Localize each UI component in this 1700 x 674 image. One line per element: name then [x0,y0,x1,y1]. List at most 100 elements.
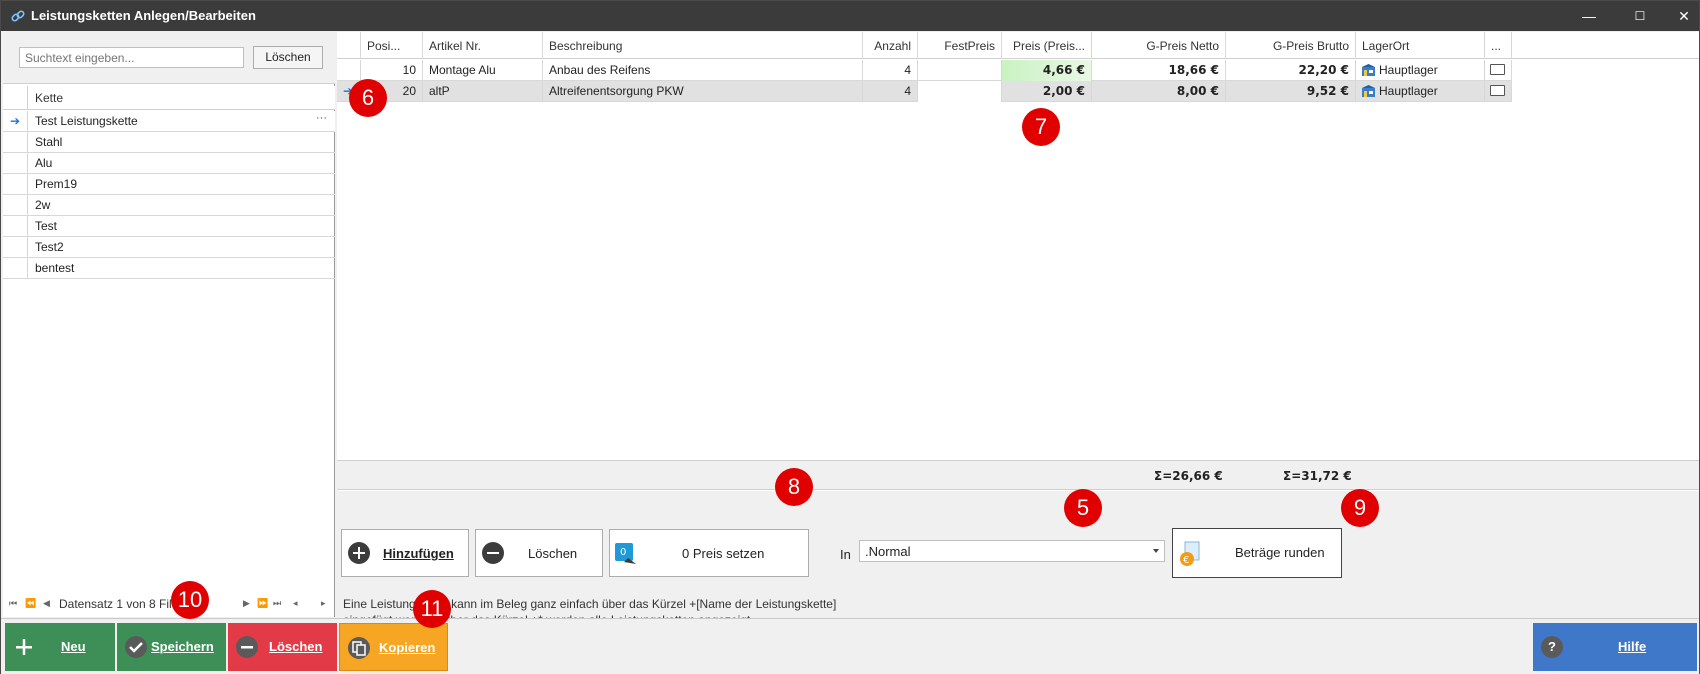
list-item[interactable]: ➔ Test Leistungskette ··· [3,111,335,132]
new-button-label: Neu [61,639,86,654]
annotation-badge-11: 11 [413,590,451,628]
row-indicator [3,258,28,279]
save-button-label: Speichern [151,639,214,654]
cell-preis[interactable]: 4,66 € [1002,60,1092,81]
annotation-badge-5: 5 [1064,489,1102,527]
column-header-artikel[interactable]: Artikel Nr. [423,32,543,59]
column-header-position[interactable]: Posi... [361,32,423,59]
list-item[interactable]: Prem19 [3,174,335,195]
warehouse-icon [1362,64,1375,76]
list-item-label: 2w [35,198,51,212]
scroll-left-icon[interactable]: ◂ [293,598,298,609]
cell-g-preis-brutto: 22,20 € [1226,60,1356,81]
close-button[interactable]: ✕ [1661,1,1700,31]
delete-position-label: Löschen [528,546,578,561]
cell-festpreis[interactable] [918,81,1002,102]
maximize-button[interactable]: ☐ [1617,1,1663,31]
row-indicator [3,132,28,153]
first-record-icon[interactable]: ⏮ [9,598,17,609]
scroll-right-icon[interactable]: ▸ [321,598,326,609]
annotation-badge-6: 6 [349,79,387,117]
sum-brutto: Σ=31,72 € [1283,469,1352,483]
minus-circle-icon [482,542,504,564]
column-header-festpreis[interactable]: FestPreis [918,32,1002,59]
help-button[interactable]: ? Hilfe [1533,623,1697,671]
positions-grid-header: Posi... Artikel Nr. Beschreibung Anzahl … [337,32,1699,59]
prev-record-icon[interactable]: ◀ [43,598,50,609]
table-row[interactable]: ➔ 20 altP Altreifenentsorgung PKW 4 2,00… [337,81,1512,102]
column-header-g-preis-brutto[interactable]: G-Preis Brutto [1226,32,1356,59]
cell-position[interactable]: 10 [361,60,423,81]
row-indicator [3,237,28,258]
annotation-badge-10: 10 [171,581,209,619]
table-row[interactable]: 10 Montage Alu Anbau des Reifens 4 4,66 … [337,60,1512,81]
copy-button-label: Kopieren [379,640,436,655]
row-indicator [337,60,361,81]
list-item[interactable]: 2w [3,195,335,216]
list-item[interactable]: Test2 [3,237,335,258]
plus-circle-icon [348,542,370,564]
question-mark-icon: ? [1541,636,1563,658]
new-button[interactable]: Neu [5,623,115,671]
list-item-label: bentest [35,261,75,275]
list-item[interactable]: Stahl [3,132,335,153]
cell-artikel[interactable]: Montage Alu [423,60,543,81]
list-item[interactable]: Test [3,216,335,237]
list-item-label: Alu [35,156,53,170]
euro-document-icon: € [1180,541,1200,566]
cell-anzahl[interactable]: 4 [863,81,918,102]
price-group-value: .Normal [865,544,911,559]
prev-page-icon[interactable]: ⏪ [25,598,36,609]
in-label: In [840,547,851,562]
cell-document[interactable] [1485,81,1512,102]
cell-preis[interactable]: 2,00 € [1002,81,1092,102]
cell-festpreis[interactable] [918,60,1002,81]
list-item[interactable]: Alu [3,153,335,174]
row-indicator-header [337,32,361,59]
next-page-icon[interactable]: ⏩ [257,598,268,609]
cell-g-preis-netto: 18,66 € [1092,60,1226,81]
search-clear-button[interactable]: Löschen [253,46,323,69]
list-item-label: Test Leistungskette [35,114,138,128]
document-icon [1490,85,1505,96]
warehouse-icon [1362,85,1375,97]
cell-anzahl[interactable]: 4 [863,60,918,81]
delete-position-button[interactable]: Löschen [475,529,603,577]
list-item-label: Stahl [35,135,63,149]
list-item[interactable]: bentest [3,258,335,279]
current-row-arrow-icon: ➔ [3,111,28,132]
cell-g-preis-netto: 8,00 € [1092,81,1226,102]
list-item-label: Test [35,219,58,233]
price-group-select[interactable]: .Normal [859,540,1165,562]
cell-artikel[interactable]: altP [423,81,543,102]
save-button[interactable]: Speichern [117,623,226,671]
search-input[interactable] [19,47,244,68]
column-header-lagerort[interactable]: LagerOrt [1356,32,1485,59]
column-header-more[interactable]: ... [1485,32,1512,59]
summary-bar: Σ=26,66 € Σ=31,72 € [337,460,1699,490]
cell-lagerort[interactable]: Hauptlager [1356,81,1485,102]
copy-button[interactable]: Kopieren [339,623,448,671]
round-amounts-button[interactable]: € Beträge runden [1172,528,1342,578]
cell-beschreibung[interactable]: Altreifenentsorgung PKW [543,81,863,102]
window: Leistungsketten Anlegen/Bearbeiten — ☐ ✕… [0,0,1700,674]
add-position-button[interactable]: Hinzufügen [341,529,469,577]
cell-document[interactable] [1485,60,1512,81]
next-record-icon[interactable]: ▶ [243,598,250,609]
footer-bar: Neu Speichern Löschen Kopieren ? Hilfe [1,618,1699,674]
column-header-kette[interactable]: Kette [35,91,63,105]
cell-beschreibung[interactable]: Anbau des Reifens [543,60,863,81]
set-zero-price-button[interactable]: 0 0 Preis setzen [609,529,809,577]
column-header-beschreibung[interactable]: Beschreibung [543,32,863,59]
more-icon[interactable]: ··· [316,112,327,124]
column-header-g-preis-netto[interactable]: G-Preis Netto [1092,32,1226,59]
chain-list-panel: Löschen Kette ➔ Test Leistungskette ··· … [3,32,335,617]
column-header-anzahl[interactable]: Anzahl [863,32,918,59]
column-header-preis[interactable]: Preis (Preis... [1002,32,1092,59]
cell-lagerort[interactable]: Hauptlager [1356,60,1485,81]
delete-button[interactable]: Löschen [228,623,337,671]
checkmark-icon [125,636,147,658]
last-record-icon[interactable]: ⏭ [273,598,281,609]
minimize-button[interactable]: — [1566,1,1612,31]
zero-price-tag-icon: 0 [615,543,636,564]
